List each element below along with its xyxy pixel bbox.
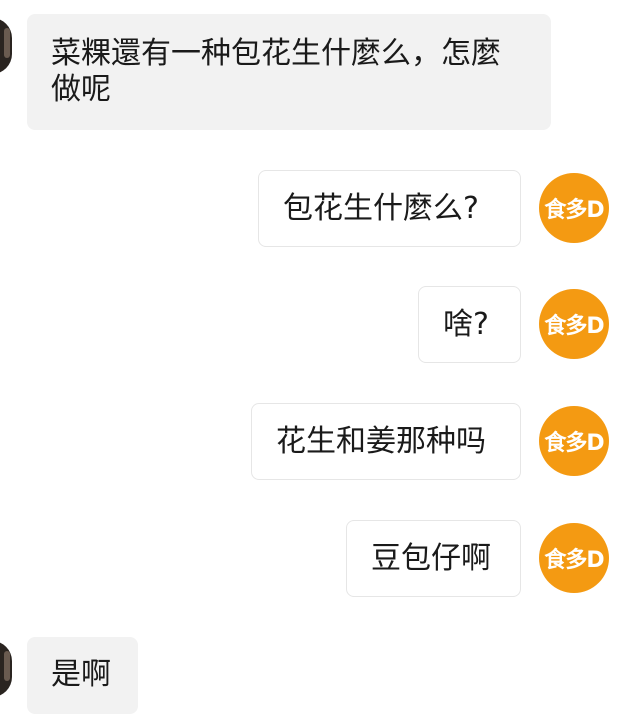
chat-conversation: 菜粿還有一种包花生什麼么，怎麼做呢 包花生什麼么? 食多D 啥? 食多D 花生和… <box>0 0 639 720</box>
user-avatar[interactable]: 食多D <box>539 173 609 243</box>
user-avatar[interactable]: 食多D <box>539 523 609 593</box>
outgoing-message-bubble[interactable]: 豆包仔啊 <box>346 520 521 597</box>
avatar-label: 食多D <box>544 431 604 456</box>
user-avatar[interactable]: 食多D <box>539 406 609 476</box>
outgoing-message-bubble[interactable]: 花生和姜那种吗 <box>251 403 521 480</box>
message-text: 豆包仔啊 <box>371 541 491 576</box>
message-text: 啥? <box>443 307 489 342</box>
incoming-message-bubble[interactable]: 菜粿還有一种包花生什麼么，怎麼做呢 <box>27 14 551 130</box>
avatar-label: 食多D <box>544 548 604 573</box>
avatar-label: 食多D <box>544 314 604 339</box>
message-text: 菜粿還有一种包花生什麼么，怎麼做呢 <box>51 36 501 107</box>
message-text: 花生和姜那种吗 <box>276 424 486 459</box>
outgoing-message-bubble[interactable]: 包花生什麼么? <box>258 170 521 247</box>
avatar-label: 食多D <box>544 198 604 223</box>
outgoing-message-bubble[interactable]: 啥? <box>418 286 521 363</box>
incoming-message-bubble[interactable]: 是啊 <box>27 637 138 714</box>
contact-avatar[interactable] <box>0 641 12 697</box>
message-text: 包花生什麼么? <box>283 191 479 226</box>
contact-avatar[interactable] <box>0 18 12 74</box>
user-avatar[interactable]: 食多D <box>539 289 609 359</box>
message-text: 是啊 <box>51 657 111 692</box>
